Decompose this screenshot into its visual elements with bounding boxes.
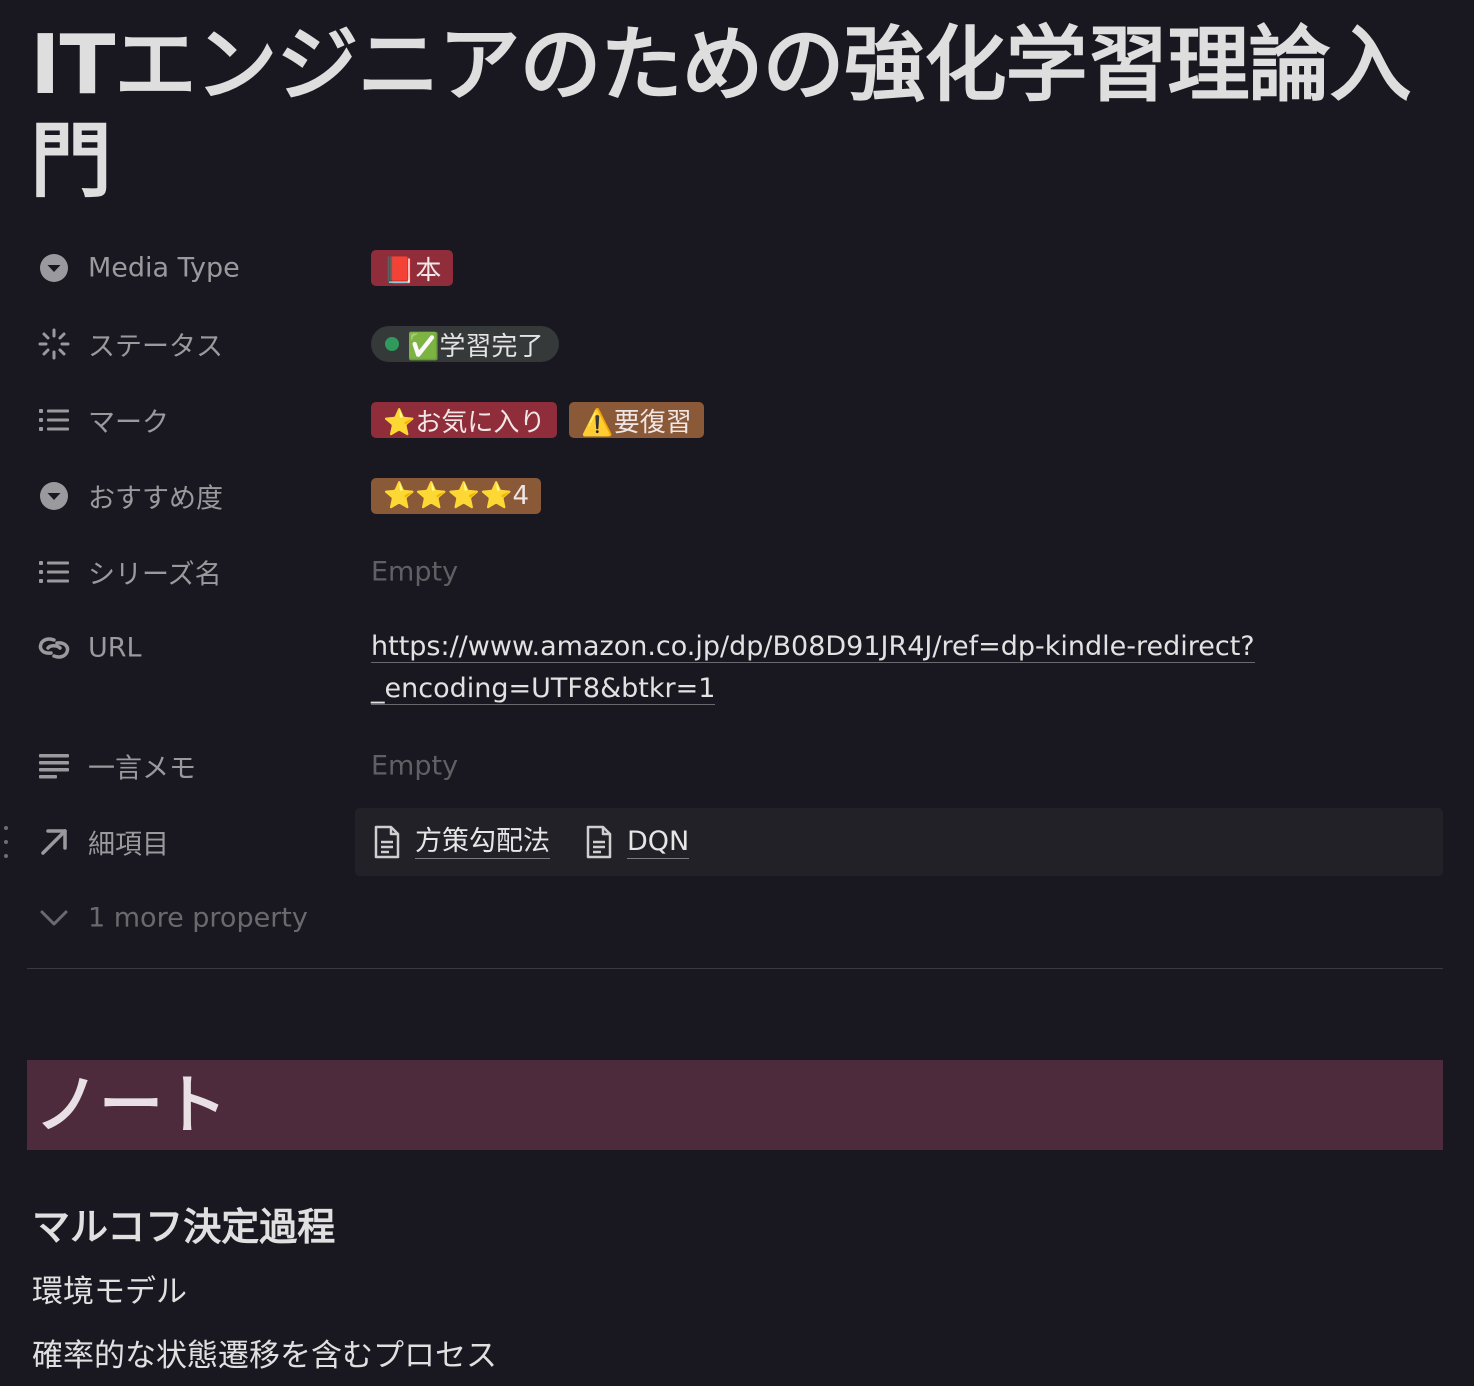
- property-value[interactable]: ⭐⭐⭐⭐4: [371, 478, 542, 514]
- property-label[interactable]: 一言メモ: [88, 747, 196, 786]
- property-label[interactable]: マーク: [88, 401, 169, 440]
- divider: [27, 968, 1443, 969]
- heading-banner[interactable]: ノート: [27, 1060, 1443, 1150]
- status-dot-icon: [385, 337, 399, 351]
- relation-item-label[interactable]: DQN: [627, 826, 690, 859]
- page-title[interactable]: ITエンジニアのための強化学習理論入門: [30, 18, 1430, 210]
- property-label[interactable]: シリーズ名: [88, 553, 222, 592]
- property-value[interactable]: Empty: [371, 557, 458, 588]
- url-line-1[interactable]: https://www.amazon.co.jp/dp/B08D91JR4J/r…: [371, 631, 1255, 663]
- property-memo: 一言メモ Empty: [36, 746, 1446, 786]
- property-mark: マーク ⭐お気に入り ⚠️要復習: [36, 400, 1446, 440]
- select-icon: [36, 250, 72, 286]
- status-pill[interactable]: ✅学習完了: [371, 326, 560, 362]
- page-icon: [586, 825, 612, 859]
- property-status: ステータス ✅学習完了: [36, 324, 1446, 364]
- heading-notes[interactable]: ノート: [35, 1066, 227, 1146]
- property-label[interactable]: 細項目: [88, 823, 169, 862]
- property-label[interactable]: おすすめ度: [88, 477, 223, 516]
- property-value[interactable]: 📕本: [371, 250, 454, 286]
- chevron-down-icon: [36, 900, 72, 936]
- url-line-2[interactable]: _encoding=UTF8&btkr=1: [371, 673, 716, 705]
- relation-item[interactable]: 方策勾配法: [373, 825, 550, 859]
- select-icon: [36, 478, 72, 514]
- relation-value-box[interactable]: 方策勾配法 DQN: [355, 808, 1443, 876]
- more-properties-toggle[interactable]: 1 more property: [36, 898, 436, 938]
- drag-handle-icon[interactable]: [2, 826, 10, 858]
- property-value[interactable]: Empty: [371, 751, 458, 782]
- memo-empty[interactable]: Empty: [371, 751, 458, 782]
- more-properties-label[interactable]: 1 more property: [88, 903, 308, 934]
- relation-item[interactable]: DQN: [585, 825, 690, 859]
- page: ITエンジニアのための強化学習理論入門 Media Type 📕本 ステータス …: [0, 0, 1474, 1386]
- property-label[interactable]: Media Type: [88, 253, 240, 284]
- paragraph[interactable]: 確率的な状態遷移を含むプロセス: [32, 1330, 497, 1375]
- relation-item-label[interactable]: 方策勾配法: [415, 826, 550, 859]
- paragraph[interactable]: 環境モデル: [32, 1266, 187, 1311]
- mark-tag-favorite[interactable]: ⭐お気に入り: [371, 402, 558, 438]
- property-series: シリーズ名 Empty: [36, 552, 1446, 592]
- property-label[interactable]: ステータス: [88, 325, 223, 364]
- list-icon: [36, 402, 72, 438]
- status-icon: [36, 326, 72, 362]
- status-text: ✅学習完了: [407, 331, 544, 362]
- page-icon: [374, 825, 400, 859]
- property-recommend: おすすめ度 ⭐⭐⭐⭐4: [36, 476, 1446, 516]
- media-type-tag[interactable]: 📕本: [371, 250, 454, 286]
- relation-arrow-icon: [36, 824, 72, 860]
- url-value-container: https://www.amazon.co.jp/dp/B08D91JR4J/r…: [36, 626, 1446, 716]
- property-value[interactable]: ⭐お気に入り ⚠️要復習: [371, 402, 704, 438]
- list-icon: [36, 554, 72, 590]
- mark-tag-review[interactable]: ⚠️要復習: [569, 402, 704, 438]
- url-link[interactable]: https://www.amazon.co.jp/dp/B08D91JR4J/r…: [371, 626, 1271, 710]
- property-value[interactable]: ✅学習完了: [371, 326, 560, 362]
- text-icon: [36, 748, 72, 784]
- property-media-type: Media Type 📕本: [36, 248, 1446, 288]
- recommend-tag[interactable]: ⭐⭐⭐⭐4: [371, 478, 542, 514]
- subheading[interactable]: マルコフ決定過程: [32, 1196, 335, 1251]
- series-empty[interactable]: Empty: [371, 557, 458, 588]
